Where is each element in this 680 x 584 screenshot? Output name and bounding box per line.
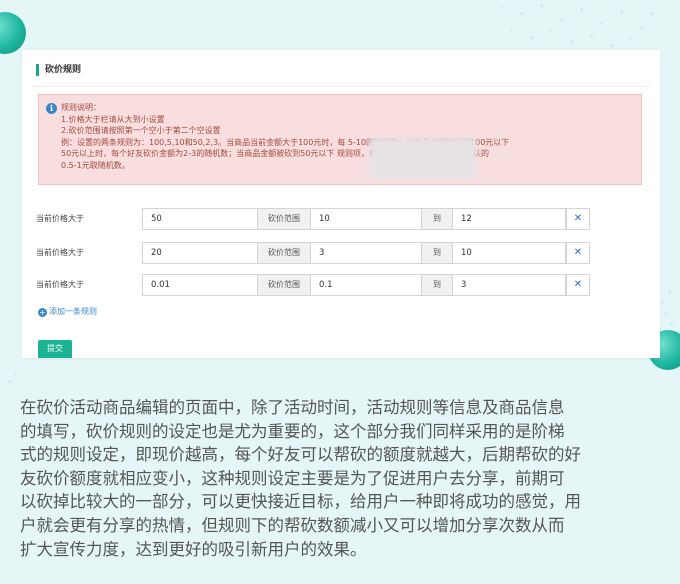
article-caption: 在砍价活动商品编辑的页面中，除了活动时间，活动规则等信息及商品信息 的填写，砍价… (20, 396, 662, 561)
add-rule-link[interactable]: + 添加一条规则 (38, 306, 97, 318)
rule-price-label: 当前价格大于 (36, 248, 84, 257)
notice-line: 2.砍价范围请按照第一个空小于第二个空设置 (61, 126, 221, 136)
blurred-watermark (369, 137, 477, 179)
close-x-icon: ✕ (573, 213, 583, 224)
panel-divider (32, 86, 650, 87)
notice-line: 0.5-1元取随机数。 (61, 160, 130, 170)
range-max-input[interactable]: 12 (452, 208, 566, 230)
plus-circle-icon: + (38, 308, 47, 317)
notice-line: 规则说明： (61, 103, 101, 112)
delete-rule-button[interactable]: ✕ (566, 242, 590, 264)
to-addon: 到 (422, 274, 452, 296)
range-max-input[interactable]: 10 (452, 242, 566, 264)
range-max-input[interactable]: 3 (452, 274, 566, 296)
range-min-input[interactable]: 0.1 (310, 274, 422, 296)
price-threshold-input[interactable]: 20 (142, 242, 258, 264)
caption-line: 式的规则设定，即现价越高，每个好友可以帮砍的额度就越大，后期帮砍的好 (20, 445, 581, 465)
range-addon: 砍价范围 (258, 208, 310, 230)
to-addon: 到 (422, 208, 452, 230)
bargain-rules-panel: 砍价规则 i 规则说明： 1.价格大于栏请从大到小设置 2.砍价范围请按照第一个… (22, 50, 660, 358)
rule-row: 当前价格大于 20 砍价范围 3 到 10 ✕ (36, 242, 596, 264)
caption-line: 友砍价额度就相应变小，这种规则设定主要是为了促进用户去分享，前期可 (20, 468, 565, 488)
caption-line: 以砍掉比较大的一部分，可以更快接近目标，给用户一种即将成功的感觉，用 (20, 492, 581, 512)
range-min-input[interactable]: 10 (310, 208, 422, 230)
price-threshold-input[interactable]: 50 (142, 208, 258, 230)
notice-line: 1.价格大于栏请从大到小设置 (61, 114, 165, 124)
rule-price-label: 当前价格大于 (36, 280, 84, 289)
to-addon: 到 (422, 242, 452, 264)
rule-price-label: 当前价格大于 (36, 214, 84, 223)
submit-button[interactable]: 提交 (38, 340, 72, 358)
delete-rule-button[interactable]: ✕ (566, 208, 590, 230)
info-circle-icon: i (46, 103, 57, 114)
range-addon: 砍价范围 (258, 274, 310, 296)
close-x-icon: ✕ (573, 279, 583, 290)
notice-line: 例：设置的两条规则为：100,5,10和50,2,3。当商品当前金额大于100元… (61, 137, 510, 147)
caption-line: 的填写，砍价规则的设定也是尤为重要的，这个部分我们同样采用的是阶梯 (20, 421, 565, 441)
decorative-orb (0, 12, 26, 54)
panel-title: 砍价规则 (36, 64, 81, 76)
range-addon: 砍价范围 (258, 242, 310, 264)
notice-text: 规则说明： 1.价格大于栏请从大到小设置 2.砍价范围请按照第一个空小于第二个空… (61, 102, 637, 172)
caption-line: 户就会更有分享的热情，但规则下的帮砍数额减小又可以增加分享次数从而 (20, 515, 565, 535)
rules-notice: i 规则说明： 1.价格大于栏请从大到小设置 2.砍价范围请按照第一个空小于第二… (38, 94, 642, 185)
close-x-icon: ✕ (573, 247, 583, 258)
range-min-input[interactable]: 3 (310, 242, 422, 264)
rule-row: 当前价格大于 0.01 砍价范围 0.1 到 3 ✕ (36, 274, 596, 296)
rule-row: 当前价格大于 50 砍价范围 10 到 12 ✕ (36, 208, 596, 230)
notice-line: 50元以上时，每个好友砍价金额为2-3的随机数；当商品金额被砍到50元以下 规则… (61, 149, 489, 159)
add-rule-label: 添加一条规则 (49, 307, 97, 316)
caption-line: 在砍价活动商品编辑的页面中，除了活动时间，活动规则等信息及商品信息 (20, 398, 565, 417)
delete-rule-button[interactable]: ✕ (566, 274, 590, 296)
caption-line: 扩大宣传力度，达到更好的吸引新用户的效果。 (20, 539, 367, 559)
price-threshold-input[interactable]: 0.01 (142, 274, 258, 296)
